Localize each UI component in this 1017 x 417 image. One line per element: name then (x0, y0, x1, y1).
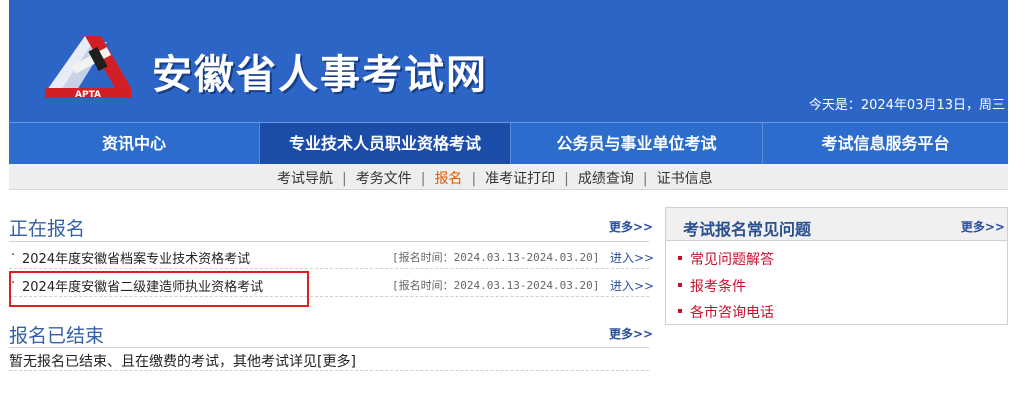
exam-name-link[interactable]: 2024年度安徽省档案专业技术资格考试 (22, 248, 250, 267)
faq-more-link[interactable]: 更多>> (961, 218, 1005, 235)
apta-logo-icon[interactable]: APTA (41, 32, 137, 100)
square-bullet-icon (678, 283, 682, 287)
current-date: 今天是：2024年03月13日，周三 (808, 98, 1005, 113)
site-title: 安徽省人事考试网 (152, 52, 488, 98)
subnav-registration[interactable]: 报名 (434, 171, 462, 187)
subnav-certificate-info[interactable]: 证书信息 (657, 171, 713, 187)
logo-text: APTA (75, 90, 101, 100)
nav-item-news[interactable]: 资讯中心 (9, 123, 260, 164)
sub-nav: 考试导航 | 考务文件 | 报名 | 准考证打印 | 成绩查询 | 证书信息 (9, 164, 1008, 190)
faq-item-label: 各市咨询电话 (690, 305, 774, 321)
faq-panel: 考试报名常见问题 更多>> 常见问题解答 报考条件 各市咨询电话 (665, 207, 1008, 325)
square-bullet-icon (678, 309, 682, 313)
subnav-admission-ticket[interactable]: 准考证打印 (485, 171, 555, 187)
subnav-exam-guide[interactable]: 考试导航 (277, 171, 333, 187)
ended-notice-text: 暂无报名已结束、且在缴费的考试，其他考试详见[更多] (9, 354, 356, 370)
selected-exam-highlight (9, 271, 309, 307)
subnav-separator: | (342, 171, 347, 187)
registering-section-title: 正在报名 (9, 218, 86, 240)
registering-more-link[interactable]: 更多>> (609, 218, 653, 235)
list-bullet: · (11, 248, 16, 263)
ended-divider (9, 370, 649, 371)
nav-item-service-platform[interactable]: 考试信息服务平台 (763, 123, 1008, 164)
square-bullet-icon (678, 256, 682, 260)
registration-period: [报名时间：2024.03.13-2024.03.20] (392, 279, 600, 292)
subnav-separator: | (471, 171, 477, 187)
registration-period: [报名时间：2024.03.13-2024.03.20] (392, 251, 600, 264)
subnav-separator: | (564, 171, 569, 187)
faq-item-city-hotlines[interactable]: 各市咨询电话 (678, 302, 774, 322)
faq-item-eligibility[interactable]: 报考条件 (678, 276, 746, 296)
ended-title-divider (9, 347, 649, 348)
subnav-exam-documents[interactable]: 考务文件 (356, 171, 412, 187)
faq-item-label: 常见问题解答 (690, 252, 774, 268)
subnav-score-query[interactable]: 成绩查询 (578, 171, 634, 187)
subnav-separator: | (642, 171, 648, 187)
enter-link[interactable]: 进入>> (610, 249, 654, 266)
enter-link[interactable]: 进入>> (610, 277, 654, 294)
list-item: · 2024年度安徽省档案专业技术资格考试 [报名时间：2024.03.13-2… (9, 242, 654, 268)
faq-title: 考试报名常见问题 (683, 220, 812, 239)
faq-item-label: 报考条件 (690, 279, 746, 295)
subnav-separator: | (420, 171, 426, 187)
ended-section-title: 报名已结束 (9, 325, 105, 347)
nav-item-professional-exam[interactable]: 专业技术人员职业资格考试 (260, 123, 511, 164)
faq-item-common-questions[interactable]: 常见问题解答 (678, 249, 774, 269)
nav-item-civil-servant-exam[interactable]: 公务员与事业单位考试 (511, 123, 763, 164)
main-nav: 资讯中心 专业技术人员职业资格考试 公务员与事业单位考试 考试信息服务平台 (9, 122, 1008, 164)
site-header: APTA 安徽省人事考试网 今天是：2024年03月13日，周三 (9, 0, 1008, 122)
faq-header: 考试报名常见问题 更多>> (666, 208, 1007, 241)
row-divider (9, 268, 649, 269)
ended-more-link[interactable]: 更多>> (609, 325, 653, 342)
